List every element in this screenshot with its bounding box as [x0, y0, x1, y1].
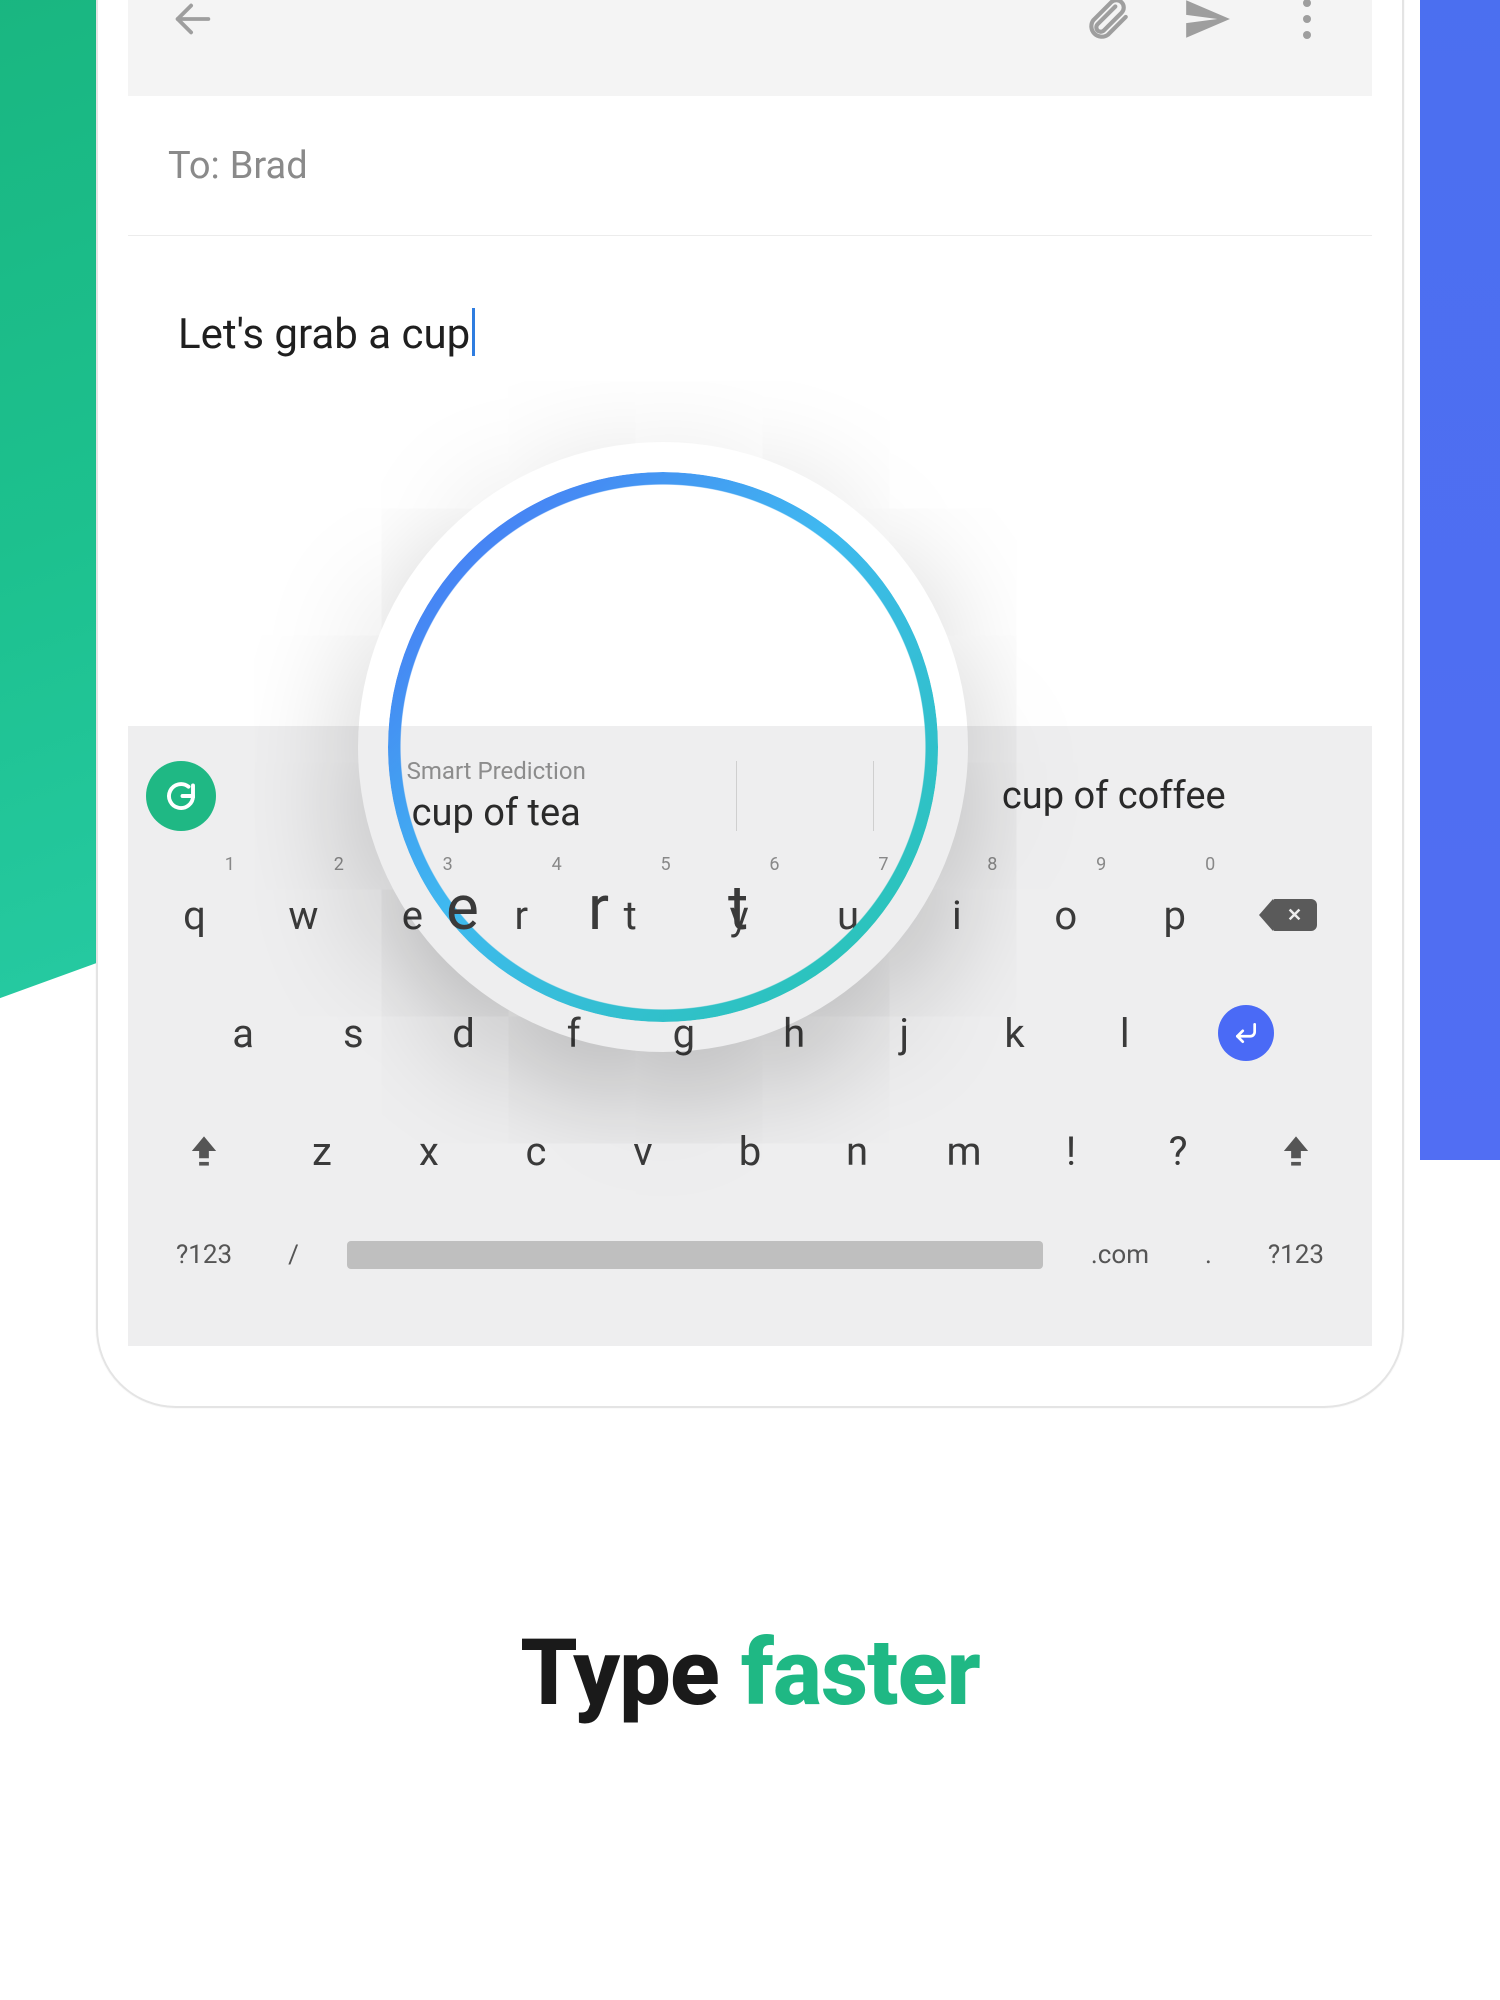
- backspace-key[interactable]: ✕: [1229, 899, 1360, 931]
- key-u[interactable]: u7: [794, 870, 903, 960]
- shift-icon: [189, 1134, 219, 1168]
- key-d[interactable]: d: [408, 988, 518, 1078]
- key-k[interactable]: k: [959, 988, 1069, 1078]
- tagline-word-2: faster: [741, 1620, 980, 1727]
- dotcom-key[interactable]: .com: [1063, 1240, 1177, 1270]
- key-w[interactable]: w2: [249, 870, 358, 960]
- key-number: 9: [1096, 854, 1106, 875]
- key-p[interactable]: p0: [1120, 870, 1229, 960]
- key-number: 2: [334, 854, 344, 875]
- key-number: 5: [660, 854, 670, 875]
- key-number: 7: [878, 854, 888, 875]
- tagline-word-1: Type: [520, 1620, 719, 1727]
- slash-key[interactable]: /: [260, 1240, 327, 1270]
- enter-key[interactable]: [1180, 1005, 1312, 1061]
- key-y[interactable]: y6: [685, 870, 794, 960]
- back-arrow-icon[interactable]: [158, 0, 228, 54]
- key-v[interactable]: v: [589, 1106, 696, 1196]
- key-number: 3: [443, 854, 453, 875]
- keyboard-bottom-row: ?123 / .com . ?123: [128, 1210, 1372, 1300]
- key-number: 0: [1205, 854, 1215, 875]
- compose-toolbar: [128, 0, 1372, 96]
- key-number: 6: [769, 854, 779, 875]
- key-h[interactable]: h: [739, 988, 849, 1078]
- key-z[interactable]: z: [268, 1106, 375, 1196]
- key-e[interactable]: e3: [358, 870, 467, 960]
- key-number: 8: [987, 854, 997, 875]
- background-accent-right: [1420, 0, 1500, 1160]
- key-t[interactable]: t5: [576, 870, 685, 960]
- suggestion-bar: Smart Prediction cup of tea cup of coffe…: [128, 736, 1372, 856]
- suggestion-primary-text: cup of tea: [412, 791, 581, 835]
- key-g[interactable]: g: [629, 988, 739, 1078]
- key-n[interactable]: n: [804, 1106, 911, 1196]
- keyboard-row-2: asdfghjkl: [128, 974, 1372, 1092]
- phone-frame: To: Brad Let's grab a cup Smart Predicti…: [96, 0, 1404, 1408]
- more-dots-icon[interactable]: [1272, 0, 1342, 54]
- shift-key-left[interactable]: [140, 1134, 268, 1168]
- compose-body[interactable]: Let's grab a cup: [128, 236, 1372, 656]
- period-key[interactable]: .: [1177, 1240, 1240, 1270]
- text-cursor: [472, 308, 475, 356]
- key-i[interactable]: i8: [902, 870, 1011, 960]
- compose-text: Let's grab a cup: [178, 310, 470, 359]
- backspace-icon: ✕: [1287, 905, 1302, 926]
- key-number: 4: [552, 854, 562, 875]
- attachment-icon[interactable]: [1072, 0, 1142, 54]
- symbols-key-right[interactable]: ?123: [1240, 1240, 1352, 1270]
- smart-prediction-label: Smart Prediction: [266, 757, 726, 785]
- key-number: 1: [225, 854, 235, 875]
- key-s[interactable]: s: [298, 988, 408, 1078]
- suggestion-secondary[interactable]: cup of coffee: [874, 774, 1354, 818]
- key-q[interactable]: q1: [140, 870, 249, 960]
- key-x[interactable]: x: [375, 1106, 482, 1196]
- grammarly-icon[interactable]: [146, 761, 216, 831]
- key-b[interactable]: b: [696, 1106, 803, 1196]
- key-j[interactable]: j: [849, 988, 959, 1078]
- phone-screen: To: Brad Let's grab a cup Smart Predicti…: [128, 0, 1372, 1346]
- key-exclaim[interactable]: !: [1018, 1106, 1125, 1196]
- key-f[interactable]: f: [519, 988, 629, 1078]
- key-c[interactable]: c: [482, 1106, 589, 1196]
- symbols-key[interactable]: ?123: [148, 1240, 260, 1270]
- key-r[interactable]: r4: [467, 870, 576, 960]
- suggestion-primary[interactable]: Smart Prediction cup of tea: [256, 757, 736, 835]
- keyboard-row-1: q1w2e3r4t5y6u7i8o9p0 ✕: [128, 856, 1372, 974]
- shift-key-right[interactable]: [1232, 1134, 1360, 1168]
- on-screen-keyboard: Smart Prediction cup of tea cup of coffe…: [128, 726, 1372, 1346]
- keyboard-row-3: zxcvbnm!?: [128, 1092, 1372, 1210]
- send-icon[interactable]: [1172, 0, 1242, 54]
- key-a[interactable]: a: [188, 988, 298, 1078]
- key-l[interactable]: l: [1070, 988, 1180, 1078]
- suggestion-divider: [736, 761, 737, 831]
- shift-icon: [1281, 1134, 1311, 1168]
- tagline: Type faster: [0, 1620, 1500, 1727]
- key-question[interactable]: ?: [1125, 1106, 1232, 1196]
- suggestion-secondary-text: cup of coffee: [1002, 774, 1226, 818]
- to-recipient: Brad: [230, 144, 308, 188]
- key-o[interactable]: o9: [1011, 870, 1120, 960]
- key-m[interactable]: m: [911, 1106, 1018, 1196]
- to-label: To:: [168, 144, 220, 188]
- spacebar-key[interactable]: [347, 1241, 1043, 1269]
- to-field[interactable]: To: Brad: [128, 96, 1372, 236]
